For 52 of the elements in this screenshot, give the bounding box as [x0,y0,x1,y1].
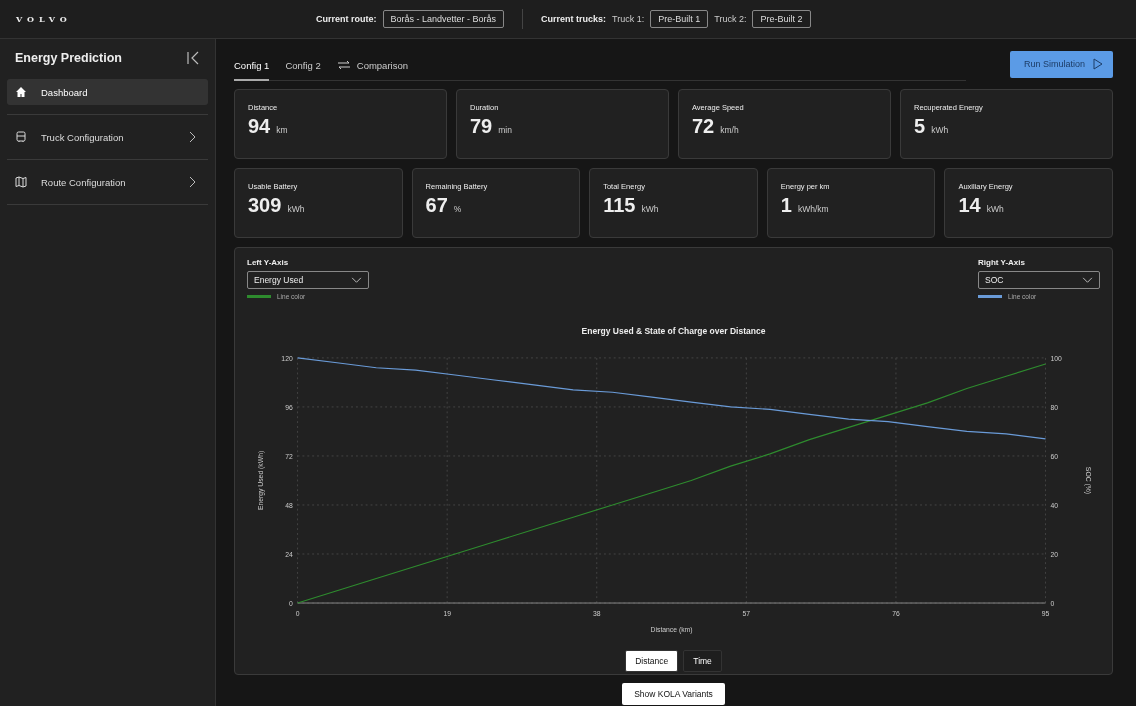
map-icon [15,176,27,188]
stat-value: 309 [248,194,282,217]
stat-value: 5 [914,115,926,138]
truck-label: Truck 2: [714,14,747,24]
show-kola-variants-button[interactable]: Show KOLA Variants [622,683,725,705]
chevron-icon [188,131,196,143]
play-icon [1093,58,1103,70]
stat-value: 115 [603,194,636,217]
right-axis-dropdown[interactable]: SOC [978,271,1100,289]
x-mode-toggle[interactable]: Time [683,650,722,672]
swap-icon [336,60,351,70]
stat-unit: kWh [287,204,305,214]
tab[interactable]: Comparison [336,51,408,81]
sidebar-item[interactable]: Dashboard [7,79,208,105]
stat-value: 72 [692,115,715,138]
truck-button[interactable]: Pre-Built 2 [752,10,811,28]
chevron-down-icon [1082,276,1093,284]
logo: VOLVO [16,14,73,24]
stat-unit: kWh [986,204,1004,214]
stat-value: 14 [958,194,981,217]
stat-unit: kWh [641,204,659,214]
sidebar-title: Energy Prediction [15,51,122,65]
stat-unit: % [453,204,462,214]
axis-label: Left Y-Axis [247,258,290,267]
truck-button[interactable]: Pre-Built 1 [650,10,709,28]
stat-unit: min [498,125,512,135]
trucks-label: Current trucks: [541,14,607,24]
chart-title: Energy Used & State of Charge over Distance [580,326,767,336]
collapse-icon[interactable] [186,51,200,65]
route-label: Current route: [316,14,377,24]
home-icon [15,86,27,98]
left-axis-dropdown[interactable]: Energy Used [247,271,369,289]
x-mode-toggle[interactable]: Distance [625,650,679,672]
tab[interactable]: Config 1 [234,51,270,81]
stat-value: 1 [780,194,792,217]
truck-label: Truck 1: [612,14,645,24]
axis-label: Right Y-Axis [978,258,1026,267]
chevron-icon [188,176,196,188]
chevron-down-icon [351,276,362,284]
route-button[interactable]: Borås - Landvetter - Borås [382,10,505,28]
stat-unit: km [276,125,288,135]
sidebar-item[interactable]: Truck Configuration [7,115,208,159]
stat-value: 94 [248,115,271,138]
stat-value: 67 [425,194,448,217]
truck-icon [15,131,27,143]
stat-unit: kWh [931,125,949,135]
sidebar-item[interactable]: Route Configuration [7,160,208,204]
run-simulation-button[interactable]: Run Simulation [1009,50,1113,78]
tab[interactable]: Config 2 [285,51,321,81]
stat-value: 79 [470,115,493,138]
stat-unit: kWh/km [797,204,829,214]
stat-unit: km/h [720,125,739,135]
